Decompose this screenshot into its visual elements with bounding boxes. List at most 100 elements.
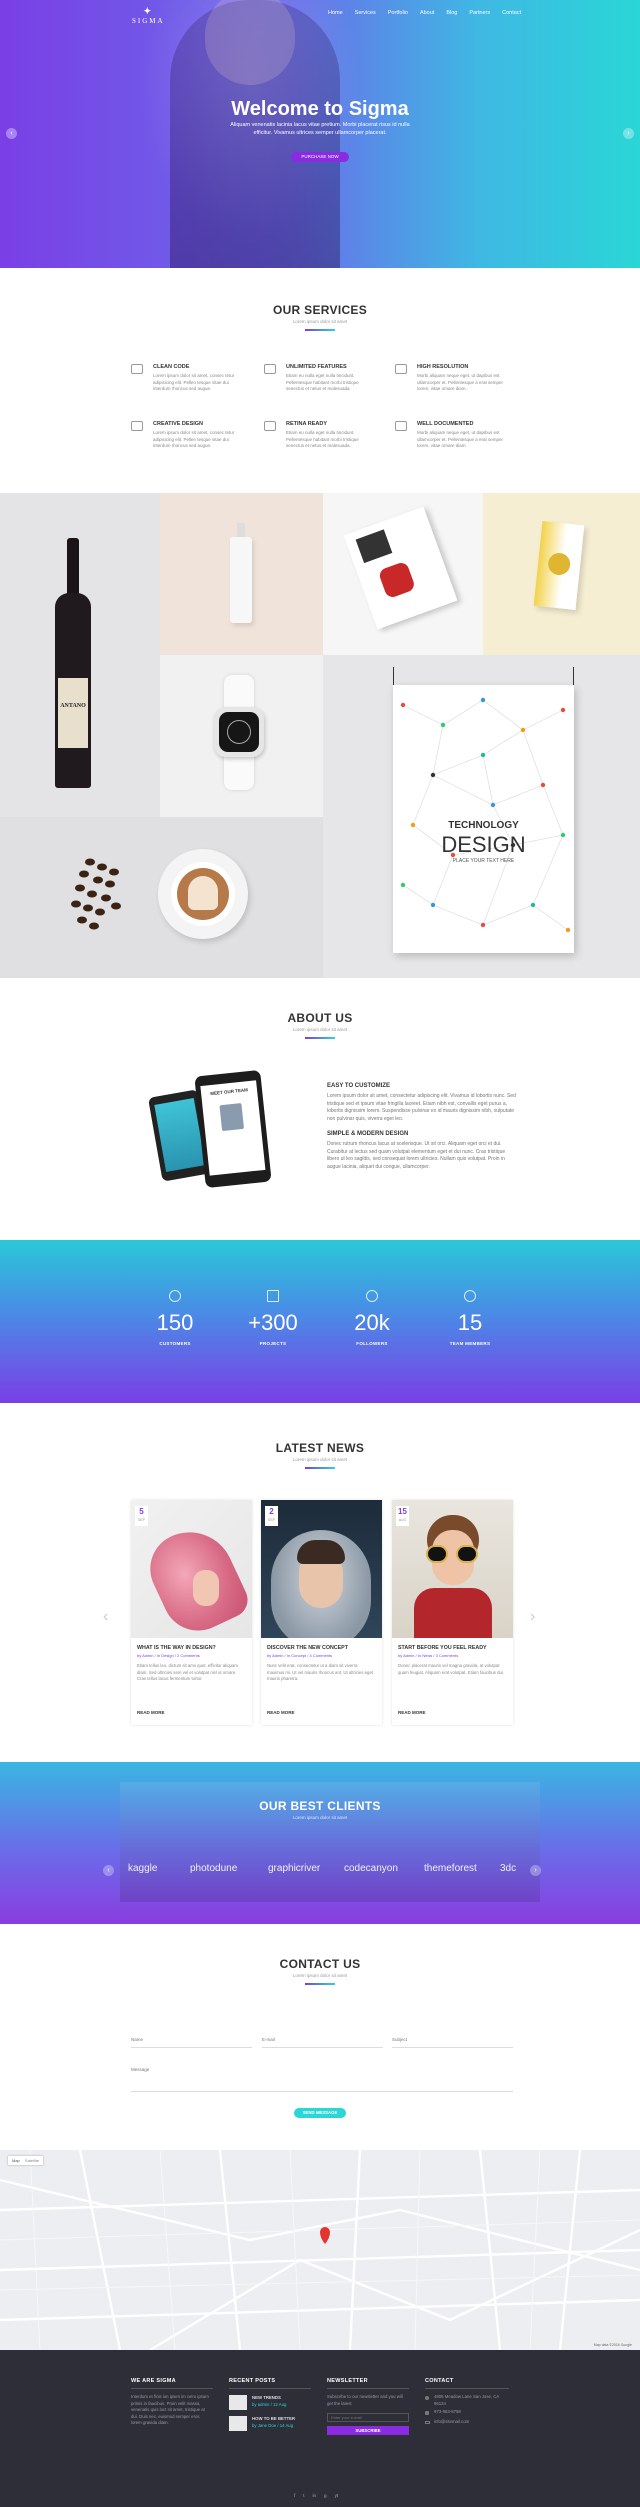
- clients-prev-arrow-icon[interactable]: ‹: [103, 1865, 114, 1876]
- folder-icon: [267, 1290, 279, 1302]
- footer-phone: 973-953-8758: [434, 2409, 461, 2414]
- client-logo-photodune[interactable]: photodune: [190, 1863, 237, 1874]
- news-card[interactable]: 2 SEP DISCOVER THE NEW CONCEPT by Admin /…: [261, 1500, 382, 1725]
- hero-lead-text: Aliquam venenatis lacinia lacus vitae pr…: [230, 122, 410, 136]
- google-icon[interactable]: g: [324, 2493, 327, 2498]
- footer-divider: [327, 2388, 409, 2389]
- nav-blog[interactable]: Blog: [440, 10, 463, 16]
- portfolio-tile-poster[interactable]: TECHNOLOGY DESIGN PLACE YOUR TEXT HERE: [323, 655, 640, 978]
- news-image-sunglasses: [392, 1500, 513, 1638]
- clients-next-arrow-icon[interactable]: ›: [530, 1865, 541, 1876]
- service-text: Lorem ipsum dolor sit amet, consec tetur…: [153, 430, 235, 448]
- message-field-label: Message: [131, 2067, 150, 2072]
- clients-section: OUR BEST CLIENTS Lorem ipsum dolor sit a…: [0, 1762, 640, 1924]
- footer-email[interactable]: info@sitemail.com: [434, 2419, 469, 2426]
- subject-field[interactable]: [392, 2047, 513, 2048]
- map-type-satellite[interactable]: Satellite: [25, 2158, 39, 2163]
- coffee-cup-image: [158, 849, 248, 939]
- brand-logo[interactable]: ✦ SIGMA: [132, 6, 165, 25]
- footer-newsletter-title: NEWSLETTER: [327, 2378, 368, 2384]
- nav-portfolio[interactable]: Portfolio: [382, 10, 414, 16]
- product-box-image: [533, 521, 585, 610]
- news-card[interactable]: 15 AUG START BEFORE YOU FEEL READY by Adm…: [392, 1500, 513, 1725]
- nav-services[interactable]: Services: [349, 10, 382, 16]
- portfolio-tile-box[interactable]: [483, 493, 640, 655]
- purchase-now-button[interactable]: PURCHASE NOW: [291, 152, 349, 162]
- portfolio-tile-wine[interactable]: ANTANO: [0, 493, 160, 817]
- client-logo-themeforest[interactable]: themeforest: [424, 1863, 477, 1874]
- design-icon: [131, 421, 143, 431]
- hero-next-arrow-icon[interactable]: ›: [623, 128, 634, 139]
- book-mockup-image: [343, 506, 458, 630]
- stat-value: 15: [457, 1310, 483, 1335]
- map-type-map[interactable]: Map: [12, 2158, 20, 2163]
- services-title: OUR SERVICES: [272, 303, 368, 317]
- documentation-icon: [395, 421, 407, 431]
- newsletter-text: Subscribe to our newsletter and you will…: [327, 2394, 403, 2406]
- news-excerpt: Nunc velit erat, consectetur ut a diam s…: [267, 1663, 374, 1681]
- facebook-icon[interactable]: f: [294, 2493, 295, 2498]
- stat-followers: 20k FOLLOWERS: [322, 1290, 422, 1346]
- nav-contact[interactable]: Contact: [496, 10, 527, 16]
- nav-home[interactable]: Home: [322, 10, 349, 16]
- message-field[interactable]: [131, 2091, 513, 2092]
- news-title[interactable]: WHAT IS THE WAY IN DESIGN?: [137, 1645, 247, 1651]
- read-more-link[interactable]: READ MORE: [137, 1710, 165, 1715]
- stat-team: 15 TEAM MEMBERS: [420, 1290, 520, 1346]
- technology-poster: TECHNOLOGY DESIGN PLACE YOUR TEXT HERE: [393, 685, 574, 953]
- recent-post-thumb[interactable]: [229, 2395, 247, 2410]
- pump-bottle-image: [230, 523, 252, 623]
- news-title[interactable]: DISCOVER THE NEW CONCEPT: [267, 1645, 377, 1651]
- recent-post-title[interactable]: HOW TO BE BETTER: [252, 2416, 295, 2423]
- subscribe-button[interactable]: SUBSCRIBE: [327, 2426, 409, 2435]
- client-logo-codecanyon[interactable]: codecanyon: [344, 1863, 398, 1874]
- footer: [0, 2350, 640, 2507]
- clients-title: OUR BEST CLIENTS: [259, 1799, 381, 1813]
- about-block-title: SIMPLE & MODERN DESIGN: [327, 1131, 409, 1137]
- email-field[interactable]: [262, 2047, 383, 2048]
- send-message-button[interactable]: SEND MESSAGE: [294, 2108, 346, 2118]
- map-embed[interactable]: Map Satellite Map data ©2016 Google: [0, 2150, 640, 2350]
- news-excerpt: Donec placerat mauris vel magna gravida,…: [398, 1663, 505, 1675]
- linkedin-icon[interactable]: in: [313, 2493, 317, 2498]
- read-more-link[interactable]: READ MORE: [398, 1710, 426, 1715]
- portfolio-tile-coffee[interactable]: [0, 817, 323, 978]
- hero-prev-arrow-icon[interactable]: ‹: [6, 128, 17, 139]
- name-field-label: Name: [131, 2037, 144, 2042]
- newsletter-email-input[interactable]: Enter your e-mail: [327, 2413, 409, 2422]
- phone-icon: [425, 2411, 429, 2415]
- map-type-toggle[interactable]: Map Satellite: [8, 2156, 44, 2165]
- client-logo-graphicriver[interactable]: graphicriver: [268, 1863, 320, 1874]
- smartwatch-image: [202, 675, 277, 790]
- recent-post-title[interactable]: NEW TRENDS: [252, 2395, 281, 2402]
- youtube-icon[interactable]: yt: [335, 2493, 339, 2498]
- user-icon: [169, 1290, 181, 1302]
- twitter-icon[interactable]: t: [303, 2493, 304, 2498]
- news-date-badge: 2 SEP: [265, 1506, 278, 1526]
- portfolio-tile-watch[interactable]: [160, 655, 323, 817]
- services-subtitle: Lorem ipsum dolor sit amet: [292, 319, 348, 324]
- hero-title: Welcome to Sigma: [231, 98, 409, 120]
- nav-partners[interactable]: Partners: [463, 10, 496, 16]
- news-card[interactable]: 5 SEP WHAT IS THE WAY IN DESIGN? by Admin…: [131, 1500, 252, 1725]
- news-next-arrow-icon[interactable]: ›: [530, 1608, 535, 1626]
- stat-label: PROJECTS: [259, 1341, 287, 1346]
- portfolio-tile-cosmetic[interactable]: [160, 493, 323, 655]
- client-logo-3dc[interactable]: 3dc: [500, 1863, 516, 1874]
- code-icon: [131, 364, 143, 374]
- about-block-text: Donec rutrum rhoncus lacus at scelerisqu…: [327, 1141, 506, 1170]
- client-logo-kaggle[interactable]: kaggle: [128, 1863, 157, 1874]
- nav-about[interactable]: About: [414, 10, 440, 16]
- portfolio-tile-book[interactable]: [323, 493, 483, 655]
- name-field[interactable]: [131, 2047, 252, 2048]
- news-date-badge: 5 SEP: [135, 1506, 148, 1526]
- news-title[interactable]: START BEFORE YOU FEEL READY: [398, 1645, 508, 1651]
- news-subtitle: Lorem ipsum dolor sit amet: [292, 1457, 348, 1462]
- read-more-link[interactable]: READ MORE: [267, 1710, 295, 1715]
- footer-divider: [425, 2388, 509, 2389]
- news-prev-arrow-icon[interactable]: ‹: [103, 1608, 108, 1626]
- stat-label: FOLLOWERS: [356, 1341, 388, 1346]
- stat-label: CUSTOMERS: [159, 1341, 191, 1346]
- poster-title-line2: DESIGN: [441, 832, 526, 857]
- recent-post-thumb[interactable]: [229, 2416, 247, 2431]
